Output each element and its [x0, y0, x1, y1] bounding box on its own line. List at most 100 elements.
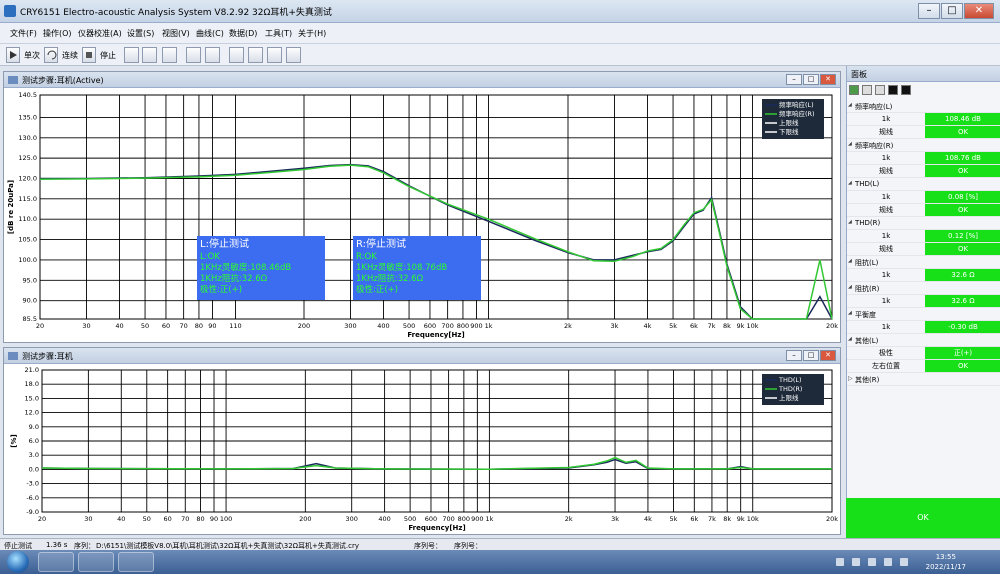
property-row: 1k -0.30 dB: [847, 321, 1000, 334]
menu-curve[interactable]: 曲线(C): [196, 28, 224, 39]
result-box-line: 1KHz阻抗:32.6Ω: [356, 273, 424, 284]
y-tick-label: 140.5: [18, 91, 37, 99]
x-tick-label: 30: [82, 322, 90, 330]
add-window-icon[interactable]: [229, 47, 244, 63]
collapse-icon[interactable]: [901, 85, 911, 95]
list-icon[interactable]: [267, 47, 282, 63]
panel-restore-button[interactable]: □: [803, 350, 819, 361]
x-tick-label: 60: [164, 515, 172, 523]
menu-view[interactable]: 视图(V): [162, 28, 190, 39]
property-row: 1k 0.12 [%]: [847, 230, 1000, 243]
y-tick-label: 120.0: [18, 174, 37, 182]
property-key: 规线: [879, 245, 893, 253]
tray-icon[interactable]: [868, 558, 876, 566]
legend-label: 频率响应(L): [779, 100, 814, 109]
x-tick-label: 10k: [747, 515, 759, 523]
stop-icon[interactable]: [82, 47, 96, 63]
x-axis-label: Frequency[Hz]: [407, 331, 464, 339]
loop-icon[interactable]: [44, 47, 58, 63]
y-tick-label: -6.0: [26, 494, 39, 502]
taskbar-app-icon[interactable]: [78, 552, 114, 572]
category-label: 其他(L): [855, 337, 879, 345]
legend-label: 频率响应(R): [779, 109, 815, 118]
report-icon[interactable]: [162, 47, 177, 63]
panel-close-button[interactable]: ✕: [820, 74, 836, 85]
x-tick-label: 300: [344, 322, 356, 330]
tray-icon[interactable]: [836, 558, 844, 566]
menu-settings[interactable]: 设置(S): [127, 28, 154, 39]
thd-chart: 20 30 40 50 60 70 80 90 100 200 300 400 500 600 700 800…: [10, 366, 838, 532]
property-value: 32.6 Ω: [925, 269, 1000, 281]
property-row: 1k 0.08 [%]: [847, 191, 1000, 204]
x-tick-label: 500: [403, 322, 415, 330]
maximize-button[interactable]: □: [941, 3, 963, 19]
taskbar-folder-icon[interactable]: [118, 552, 154, 572]
menu-file[interactable]: 文件(F): [10, 28, 37, 39]
result-box-line: 1KHz灵敏度:108.76dB: [356, 262, 447, 273]
continuous-button[interactable]: 连续: [62, 50, 78, 61]
taskbar: 13:55 2022/11/17: [0, 550, 1000, 574]
add-icon[interactable]: [862, 85, 872, 95]
panel-restore-button[interactable]: □: [803, 74, 819, 85]
menu-operate[interactable]: 操作(O): [43, 28, 72, 39]
x-tick-label: 70: [179, 322, 187, 330]
legend-label: 上限线: [779, 118, 799, 127]
single-button[interactable]: 单次: [24, 50, 40, 61]
stop-button[interactable]: 停止: [100, 50, 116, 61]
menu-data[interactable]: 数据(D): [229, 28, 257, 39]
frequency-response-chart: 20 30 40 50 60 70 80 90 110 200 300 400 500 600 700 800…: [7, 91, 838, 339]
x-tick-label: 9k: [737, 515, 745, 523]
x-tick-label: 80: [196, 515, 204, 523]
property-row: 左右位置 OK: [847, 360, 1000, 373]
table-icon[interactable]: [142, 47, 157, 63]
y-tick-label: 85.5: [23, 315, 37, 323]
property-row: 1k 32.6 Ω: [847, 269, 1000, 282]
x-tick-label: 600: [424, 322, 436, 330]
app-icon: [4, 5, 16, 17]
property-category: THD(L): [847, 178, 1000, 191]
menu-tools[interactable]: 工具(T): [265, 28, 292, 39]
close-button[interactable]: ✕: [964, 3, 994, 19]
y-tick-label: 18.0: [25, 380, 39, 388]
save-icon[interactable]: [205, 47, 220, 63]
result-box-line: 1KHz阻抗:32.6Ω: [200, 273, 268, 284]
legend-label: 下限线: [779, 127, 799, 136]
panel-minimize-button[interactable]: –: [786, 74, 802, 85]
dropdown-icon[interactable]: [888, 85, 898, 95]
bottom-panel-title: 测试步骤:耳机: [22, 352, 73, 361]
open-icon[interactable]: [186, 47, 201, 63]
property-row: 规线 OK: [847, 243, 1000, 256]
play-icon[interactable]: [6, 47, 20, 63]
y-tick-label: 0.0: [29, 465, 39, 473]
y-tick-label: 125.0: [18, 154, 37, 162]
y-tick-label: 6.0: [29, 437, 39, 445]
property-row: 1k 32.6 Ω: [847, 295, 1000, 308]
menu-calibrate[interactable]: 仪器校准(A): [78, 28, 122, 39]
property-value: 32.6 Ω: [925, 295, 1000, 307]
add-step-icon[interactable]: [248, 47, 263, 63]
panel-close-button[interactable]: ✕: [820, 350, 836, 361]
property-value: 108.46 dB: [925, 113, 1000, 125]
top-chart-window: 测试步骤:耳机(Active) – □ ✕ 20 30 40 50 60 70 80 90 11…: [3, 71, 841, 343]
clock[interactable]: 13:55 2022/11/17: [926, 552, 966, 572]
menu-bar: 文件(F) 操作(O) 仪器校准(A) 设置(S) 视图(V) 曲线(C) 数据…: [0, 23, 1000, 44]
minimize-button[interactable]: –: [918, 3, 940, 19]
tray-icon[interactable]: [852, 558, 860, 566]
y-tick-label: 100.0: [18, 256, 37, 264]
taskbar-browser-icon[interactable]: [38, 552, 74, 572]
property-category: 阻抗(L): [847, 256, 1000, 269]
menu-about[interactable]: 关于(H): [298, 28, 326, 39]
title-bar: CRY6151 Electro-acoustic Analysis System…: [0, 0, 1000, 23]
grid-view-icon[interactable]: [849, 85, 859, 95]
property-key: 1k: [881, 232, 891, 240]
start-button[interactable]: [7, 551, 29, 573]
volume-icon[interactable]: [900, 558, 908, 566]
columns-icon[interactable]: [286, 47, 301, 63]
remove-icon[interactable]: [875, 85, 885, 95]
network-icon[interactable]: [884, 558, 892, 566]
property-key: 1k: [881, 193, 891, 201]
chart-icon[interactable]: [124, 47, 139, 63]
y-tick-label: 12.0: [25, 409, 39, 417]
x-tick-label: 3k: [611, 515, 619, 523]
panel-minimize-button[interactable]: –: [786, 350, 802, 361]
